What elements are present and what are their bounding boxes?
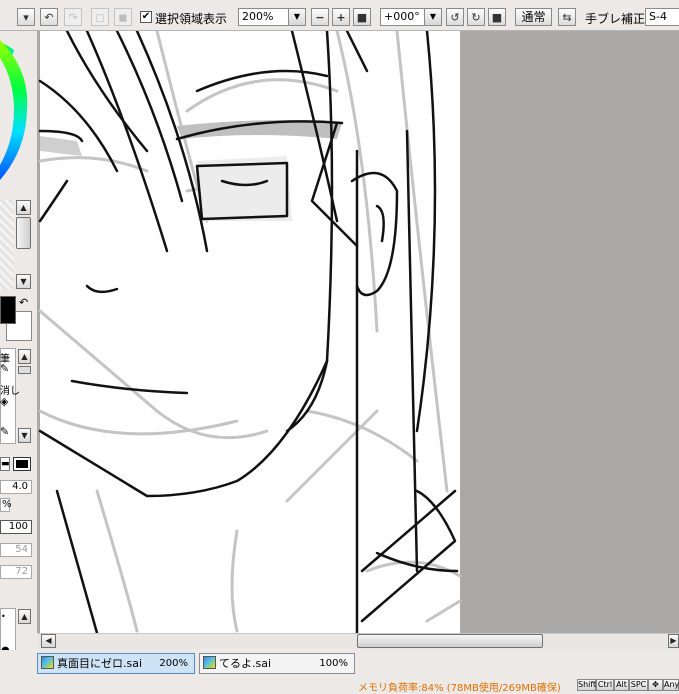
menu-dropdown-button[interactable]: ▾ [17, 8, 35, 26]
tip-scroll-up[interactable]: ▲ [18, 609, 31, 624]
chevron-down-icon: ▼ [288, 9, 305, 25]
blend-mode-button[interactable]: 通常 [515, 8, 552, 26]
sketch-drawing [38, 31, 462, 633]
foreground-color-swatch[interactable] [0, 296, 16, 324]
param-field-54[interactable]: 54 [0, 543, 32, 557]
pen-tool-icon: ✎ [0, 362, 10, 375]
tool-scroll-up[interactable]: ▲ [18, 349, 31, 364]
rotate-reset-button[interactable]: ■ [488, 8, 506, 26]
brush-size-field[interactable]: 4.0 [0, 480, 32, 494]
chevron-down-icon: ▼ [424, 9, 441, 25]
color-wheel-graphic [0, 40, 28, 180]
zoom-select[interactable]: 200% ▼ [238, 8, 306, 26]
scroll-left-button[interactable]: ◀ [41, 634, 56, 648]
rotation-select[interactable]: +000° ▼ [380, 8, 442, 26]
zoom-value: 200% [242, 10, 274, 23]
swatch-area[interactable] [0, 200, 14, 290]
selection-checkbox[interactable]: ✔ [140, 11, 152, 23]
stabilizer-label: 手ブレ補正 [585, 12, 646, 26]
sai-file-icon [203, 656, 216, 669]
swatch-scroll-up[interactable]: ▲ [16, 200, 31, 215]
brush-size-percent[interactable]: % [0, 498, 12, 512]
eraser-tool-icon: ◈ [0, 395, 9, 408]
tool-scroll-thumb[interactable] [18, 366, 31, 374]
rotate-left-button[interactable]: ↺ [446, 8, 464, 26]
redo-button[interactable]: ↷ [64, 8, 82, 26]
tab-zoom: 100% [319, 658, 348, 669]
move-key-icon: ✥ [648, 679, 663, 691]
horizontal-scroll-thumb[interactable] [357, 634, 543, 648]
swap-colors-icon[interactable]: ↶ [19, 296, 28, 309]
density-field[interactable]: 100 [0, 520, 32, 534]
any-key-indicator: Any [663, 679, 679, 691]
alt-key-indicator: Alt [614, 679, 629, 691]
stabilizer-value: S-4 [649, 10, 667, 23]
sai-file-icon [41, 656, 54, 669]
selection-display-label: 選択領域表示 [155, 12, 228, 26]
rotate-right-button[interactable]: ↻ [467, 8, 485, 26]
swatch-scroll-down[interactable]: ▼ [16, 274, 31, 289]
tool-scroll-down[interactable]: ▼ [18, 428, 31, 443]
space-key-indicator: SPC [629, 679, 648, 691]
swatch-scroll-thumb[interactable] [16, 217, 31, 249]
deselect-button[interactable]: ◻ [91, 8, 109, 26]
param-field-72[interactable]: 72 [0, 565, 32, 579]
rotation-value: +000° [384, 10, 420, 23]
tab-title: 真面目にゼロ.sai [57, 657, 143, 670]
tab-document-2[interactable]: てるよ.sai 100% [199, 653, 355, 674]
shift-key-indicator: Shift [577, 679, 597, 691]
brush-shape-round-button[interactable]: ▬ [0, 457, 10, 471]
zoom-in-button[interactable]: + [332, 8, 350, 26]
color-wheel[interactable] [0, 30, 37, 195]
marker-tool-icon: ✎ [0, 425, 10, 438]
stabilizer-select[interactable]: S-4 [645, 8, 679, 26]
tab-title: てるよ.sai [219, 657, 272, 670]
brush-tip-dot-icon: • [1, 612, 6, 621]
zoom-out-button[interactable]: − [311, 8, 329, 26]
ctrl-key-indicator: Ctrl [596, 679, 614, 691]
invert-selection-button[interactable]: ◼ [114, 8, 132, 26]
memory-status: メモリ負荷率:84% (78MB使用/269MB確保) [358, 683, 561, 694]
brush-shape-square-button[interactable] [13, 457, 31, 471]
scroll-right-button[interactable]: ▶ [668, 634, 679, 648]
tab-document-1[interactable]: 真面目にゼロ.sai 200% [37, 653, 195, 674]
flip-horizontal-button[interactable]: ⇆ [558, 8, 576, 26]
tab-zoom: 200% [159, 658, 188, 669]
zoom-reset-button[interactable]: ■ [353, 8, 371, 26]
canvas-viewport[interactable] [37, 31, 679, 633]
undo-button[interactable]: ↶ [40, 8, 58, 26]
